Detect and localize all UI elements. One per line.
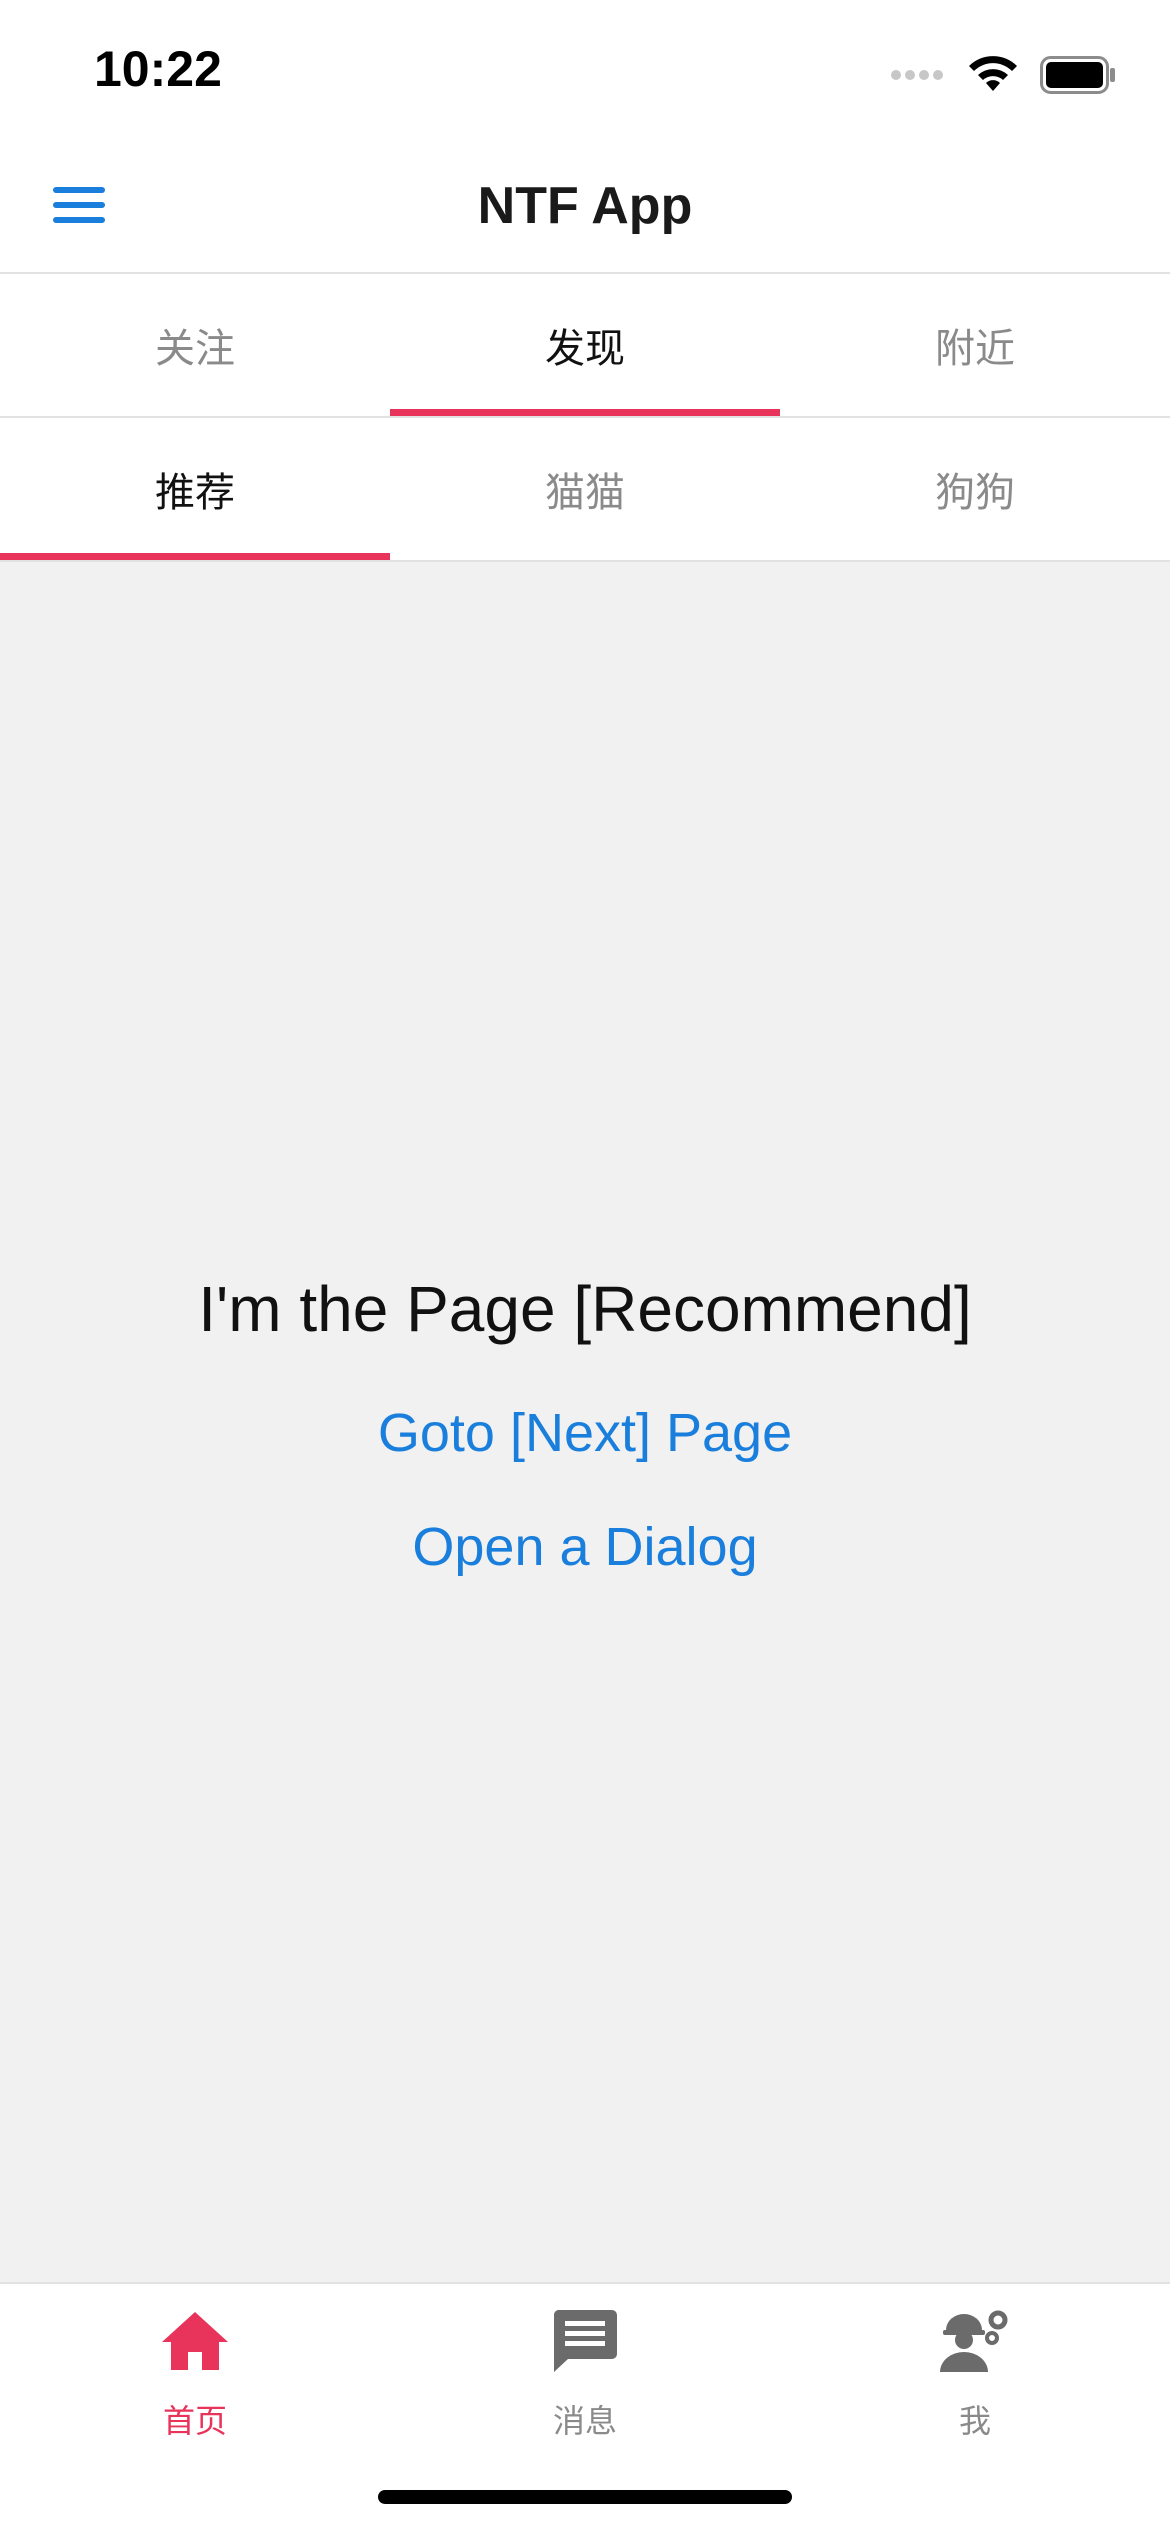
status-icons xyxy=(890,50,1116,100)
primary-tab-bar: 关注 发现 附近 xyxy=(0,274,1170,418)
tab-discover[interactable]: 发现 xyxy=(390,274,780,416)
open-dialog-link[interactable]: Open a Dialog xyxy=(0,1516,1170,1578)
tab-follow-label: 关注 xyxy=(155,327,235,371)
signal-icon xyxy=(891,70,943,80)
page-heading: I'm the Page [Recommend] xyxy=(198,1273,972,1345)
goto-next-page-link[interactable]: Goto [Next] Page xyxy=(0,1402,1170,1464)
bottom-tab-me[interactable]: 我 xyxy=(780,2284,1170,2532)
tab-indicator xyxy=(390,409,780,416)
profile-settings-icon xyxy=(938,2304,1012,2378)
status-bar: 10:22 xyxy=(0,0,1170,140)
battery-icon xyxy=(1040,56,1115,94)
page-title: NTF App xyxy=(477,177,693,235)
wifi-icon xyxy=(969,56,1017,91)
page-content: I'm the Page [Recommend] Goto [Next] Pag… xyxy=(0,562,1170,2282)
bottom-tab-home-label: 首页 xyxy=(162,2403,227,2439)
tab-recommend-label: 推荐 xyxy=(155,471,235,515)
tab-cats-label: 猫猫 xyxy=(545,471,625,515)
tab-nearby-label: 附近 xyxy=(935,327,1015,371)
tab-cats[interactable]: 猫猫 xyxy=(390,418,780,560)
app-header: NTF App xyxy=(0,140,1170,274)
tab-follow[interactable]: 关注 xyxy=(0,274,390,416)
secondary-tab-bar: 推荐 猫猫 狗狗 xyxy=(0,418,1170,562)
message-icon xyxy=(548,2304,622,2378)
status-time: 10:22 xyxy=(94,41,222,97)
tab-recommend[interactable]: 推荐 xyxy=(0,418,390,560)
tab-indicator xyxy=(0,553,390,560)
tab-dogs[interactable]: 狗狗 xyxy=(780,418,1170,560)
bottom-tab-me-label: 我 xyxy=(958,2403,991,2439)
app-screen: 10:22 NTF App 关注 发现 附近 推荐 猫猫 狗狗 I'm the … xyxy=(0,0,1170,2532)
home-indicator[interactable] xyxy=(378,2490,792,2504)
tab-discover-label: 发现 xyxy=(545,327,625,371)
tab-dogs-label: 狗狗 xyxy=(935,471,1015,515)
bottom-tab-messages-label: 消息 xyxy=(552,2403,617,2439)
home-icon xyxy=(158,2304,232,2378)
bottom-tab-home[interactable]: 首页 xyxy=(0,2284,390,2532)
tab-nearby[interactable]: 附近 xyxy=(780,274,1170,416)
